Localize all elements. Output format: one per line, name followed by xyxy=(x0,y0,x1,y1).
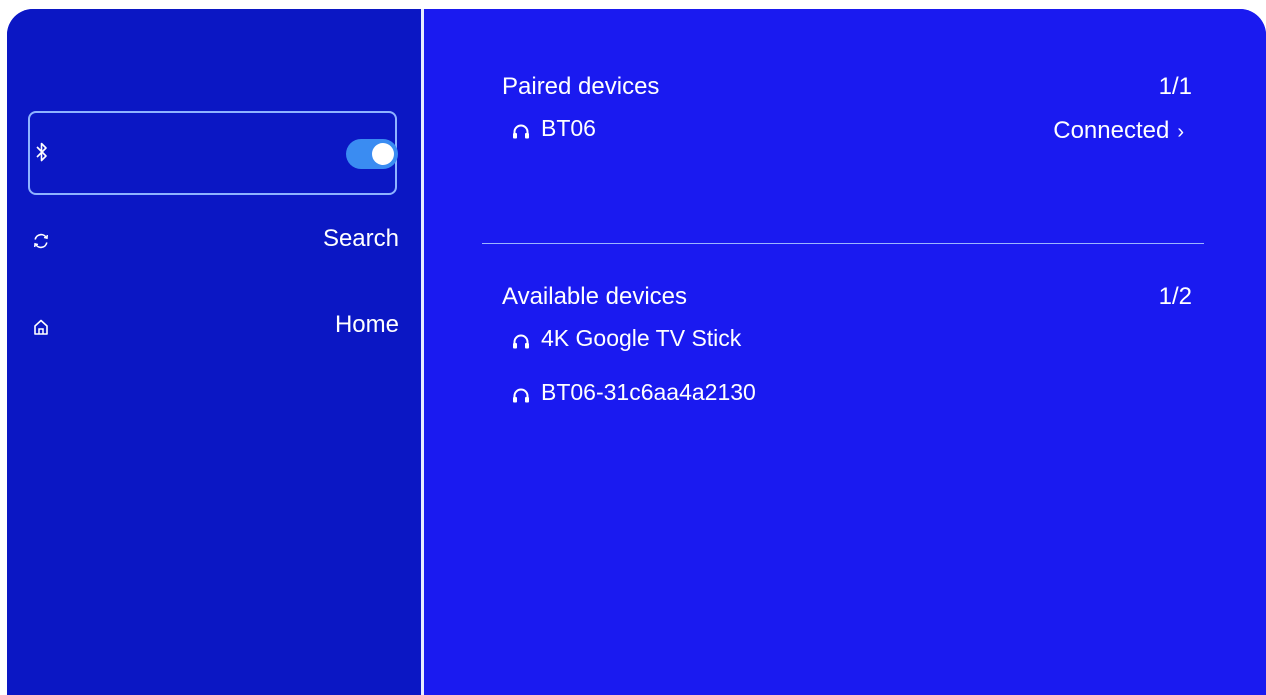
headphones-icon xyxy=(512,387,530,403)
sidebar-item-home[interactable]: Home xyxy=(27,307,399,347)
home-icon xyxy=(31,317,51,337)
sidebar-item-label: Home xyxy=(334,311,399,338)
available-devices-count: 1/2 xyxy=(1158,283,1192,310)
available-device-row[interactable]: 4K Google TV Stick xyxy=(512,325,1172,355)
device-name: BT06-31c6aa4a2130 xyxy=(541,379,756,405)
device-name: 4K Google TV Stick xyxy=(541,325,742,351)
status-text: Connected xyxy=(1053,117,1170,144)
bluetooth-settings-window: Search Home Paired devices 1/1 BT06 Conn… xyxy=(7,9,1266,695)
sidebar: Search Home xyxy=(7,9,421,695)
refresh-icon xyxy=(31,231,51,251)
section-divider xyxy=(482,243,1204,244)
available-devices-title: Available devices xyxy=(502,283,688,310)
paired-devices-count: 1/1 xyxy=(1158,73,1192,100)
bluetooth-toggle-switch[interactable] xyxy=(346,139,398,169)
paired-devices-title: Paired devices xyxy=(502,73,660,100)
device-name: BT06 xyxy=(541,115,596,141)
headphones-icon xyxy=(512,333,530,349)
sidebar-item-search[interactable]: Search xyxy=(27,221,399,261)
chevron-right-icon: › xyxy=(1177,121,1184,143)
sidebar-item-label: Search xyxy=(322,225,399,252)
paired-device-status[interactable]: Connected › xyxy=(1053,117,1184,145)
bluetooth-icon xyxy=(34,141,50,163)
headphones-icon xyxy=(512,123,530,139)
toggle-knob xyxy=(372,143,394,165)
device-list-panel: Paired devices 1/1 BT06 Connected › Avail… xyxy=(424,9,1266,695)
bluetooth-toggle-row[interactable] xyxy=(28,111,398,195)
available-device-row[interactable]: BT06-31c6aa4a2130 xyxy=(512,379,1172,409)
